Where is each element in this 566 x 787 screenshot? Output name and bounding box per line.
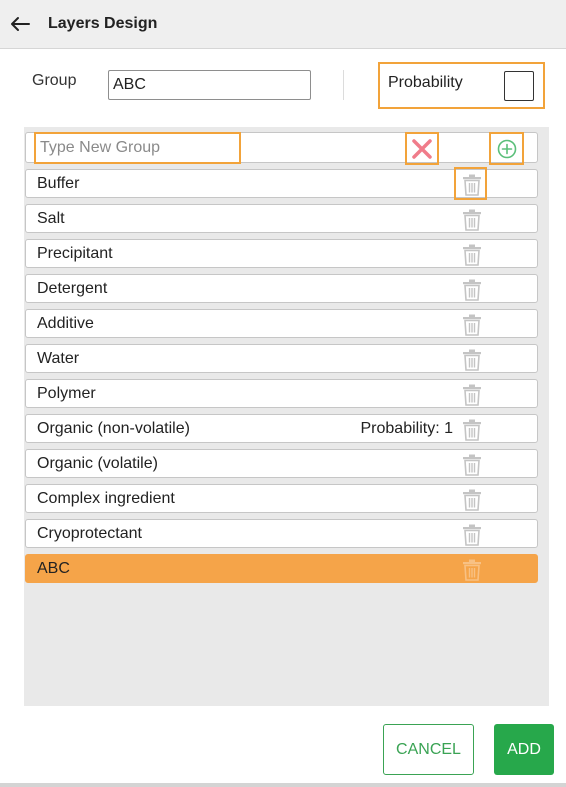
group-row[interactable]: Cryoprotectant [25, 519, 538, 548]
group-input[interactable] [108, 70, 311, 100]
group-row-label: Polymer [37, 385, 96, 402]
group-row[interactable]: Additive [25, 309, 538, 338]
group-row-label: Buffer [37, 175, 80, 192]
trash-icon[interactable] [462, 489, 482, 511]
group-row-label: Water [37, 350, 80, 367]
group-row[interactable]: Buffer [25, 169, 538, 198]
arrow-left-icon [11, 17, 30, 31]
group-row-label: Salt [37, 210, 65, 227]
group-row-label: Precipitant [37, 245, 113, 262]
trash-icon[interactable] [462, 524, 482, 546]
trash-icon[interactable] [462, 174, 482, 196]
group-row-label: Additive [37, 315, 94, 332]
trash-icon[interactable] [462, 314, 482, 336]
probability-checkbox[interactable] [504, 71, 534, 101]
app-header: Layers Design [0, 0, 566, 49]
x-icon [412, 138, 432, 159]
trash-icon[interactable] [462, 279, 482, 301]
back-button[interactable] [0, 0, 40, 49]
trash-icon[interactable] [462, 559, 482, 581]
group-label: Group [32, 72, 77, 89]
new-group-input[interactable] [34, 132, 241, 164]
probability-toggle: Probability [378, 62, 545, 109]
trash-icon[interactable] [462, 454, 482, 476]
group-row-label: Organic (volatile) [37, 455, 158, 472]
group-row[interactable]: Salt [25, 204, 538, 233]
group-row-label: ABC [37, 560, 70, 577]
group-row-label: Detergent [37, 280, 108, 297]
add-button[interactable]: ADD [494, 724, 554, 775]
groups-panel: Buffer Salt Precipitant Detergent Additive Wa… [24, 127, 549, 706]
probability-label: Probability [388, 74, 463, 91]
group-row[interactable]: Organic (volatile) [25, 449, 538, 478]
trash-icon[interactable] [462, 384, 482, 406]
group-row-label: Organic (non-volatile) [37, 420, 190, 437]
group-row[interactable]: Complex ingredient [25, 484, 538, 513]
trash-icon[interactable] [462, 209, 482, 231]
cancel-button[interactable]: CANCEL [383, 724, 474, 775]
group-row-probability: Probability: 1 [360, 420, 454, 437]
clear-new-group-button[interactable] [405, 132, 439, 165]
trash-icon[interactable] [462, 244, 482, 266]
trash-icon[interactable] [462, 419, 482, 441]
group-row[interactable]: Organic (non-volatile) Probability: 1 [25, 414, 538, 443]
group-row-label: Complex ingredient [37, 490, 175, 507]
group-row[interactable]: Water [25, 344, 538, 373]
bottom-bar [0, 783, 566, 787]
group-row-label: Cryoprotectant [37, 525, 142, 542]
page-title: Layers Design [48, 15, 158, 32]
group-row[interactable]: Detergent [25, 274, 538, 303]
group-row[interactable]: Precipitant [25, 239, 538, 268]
add-new-group-button[interactable] [489, 132, 524, 165]
group-row[interactable]: ABC [25, 554, 538, 583]
trash-icon[interactable] [462, 349, 482, 371]
divider [343, 70, 344, 100]
plus-circle-icon [497, 139, 516, 158]
group-row[interactable]: Polymer [25, 379, 538, 408]
